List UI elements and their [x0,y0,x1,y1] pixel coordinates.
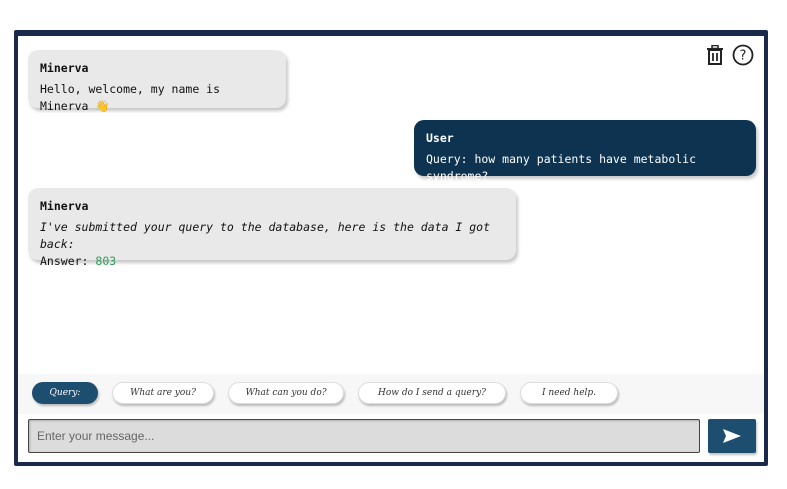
answer-label: Answer: [40,254,89,268]
suggestion-chip-how-send-query[interactable]: How do I send a query? [358,382,506,404]
suggestion-chip-what-can-you-do[interactable]: What can you do? [228,382,344,404]
message-body: I've submitted your query to the databas… [40,220,491,251]
message-text: Hello, welcome, my name is Minerva 👋 [40,81,274,115]
message-body: Query: how many patients have metabolic … [426,152,697,183]
message-bubble-user: User Query: how many patients have metab… [414,120,756,183]
message-input[interactable] [28,419,700,453]
send-arrow-icon [723,429,741,443]
suggestion-bar: Query: What are you? What can you do? Ho… [18,374,764,414]
answer-line: Answer: 803 [40,253,504,270]
help-circle-icon[interactable]: ? [732,44,754,66]
send-button[interactable] [708,419,756,453]
suggestion-chip-need-help[interactable]: I need help. [520,382,618,404]
trash-icon[interactable] [704,44,726,66]
message-sender: Minerva [40,61,89,75]
message-bubble-bot: Minerva Hello, welcome, my name is Miner… [28,50,286,113]
suggestion-chip-query[interactable]: Query: [32,382,98,404]
message-body: Hello, welcome, my name is Minerva [40,82,221,113]
message-bubble-bot: Minerva I've submitted your query to the… [28,188,516,268]
answer-value: 803 [95,254,117,268]
waving-hand-icon: 👋 [95,99,110,113]
top-toolbar: ? [704,44,754,66]
message-sender: User [426,131,454,145]
chat-window: ? Minerva Hello, welcome, my name is Min… [18,36,764,462]
composer [28,419,756,453]
suggestion-chip-what-are-you[interactable]: What are you? [112,382,214,404]
message-sender: Minerva [40,199,89,213]
svg-text:?: ? [740,49,747,64]
